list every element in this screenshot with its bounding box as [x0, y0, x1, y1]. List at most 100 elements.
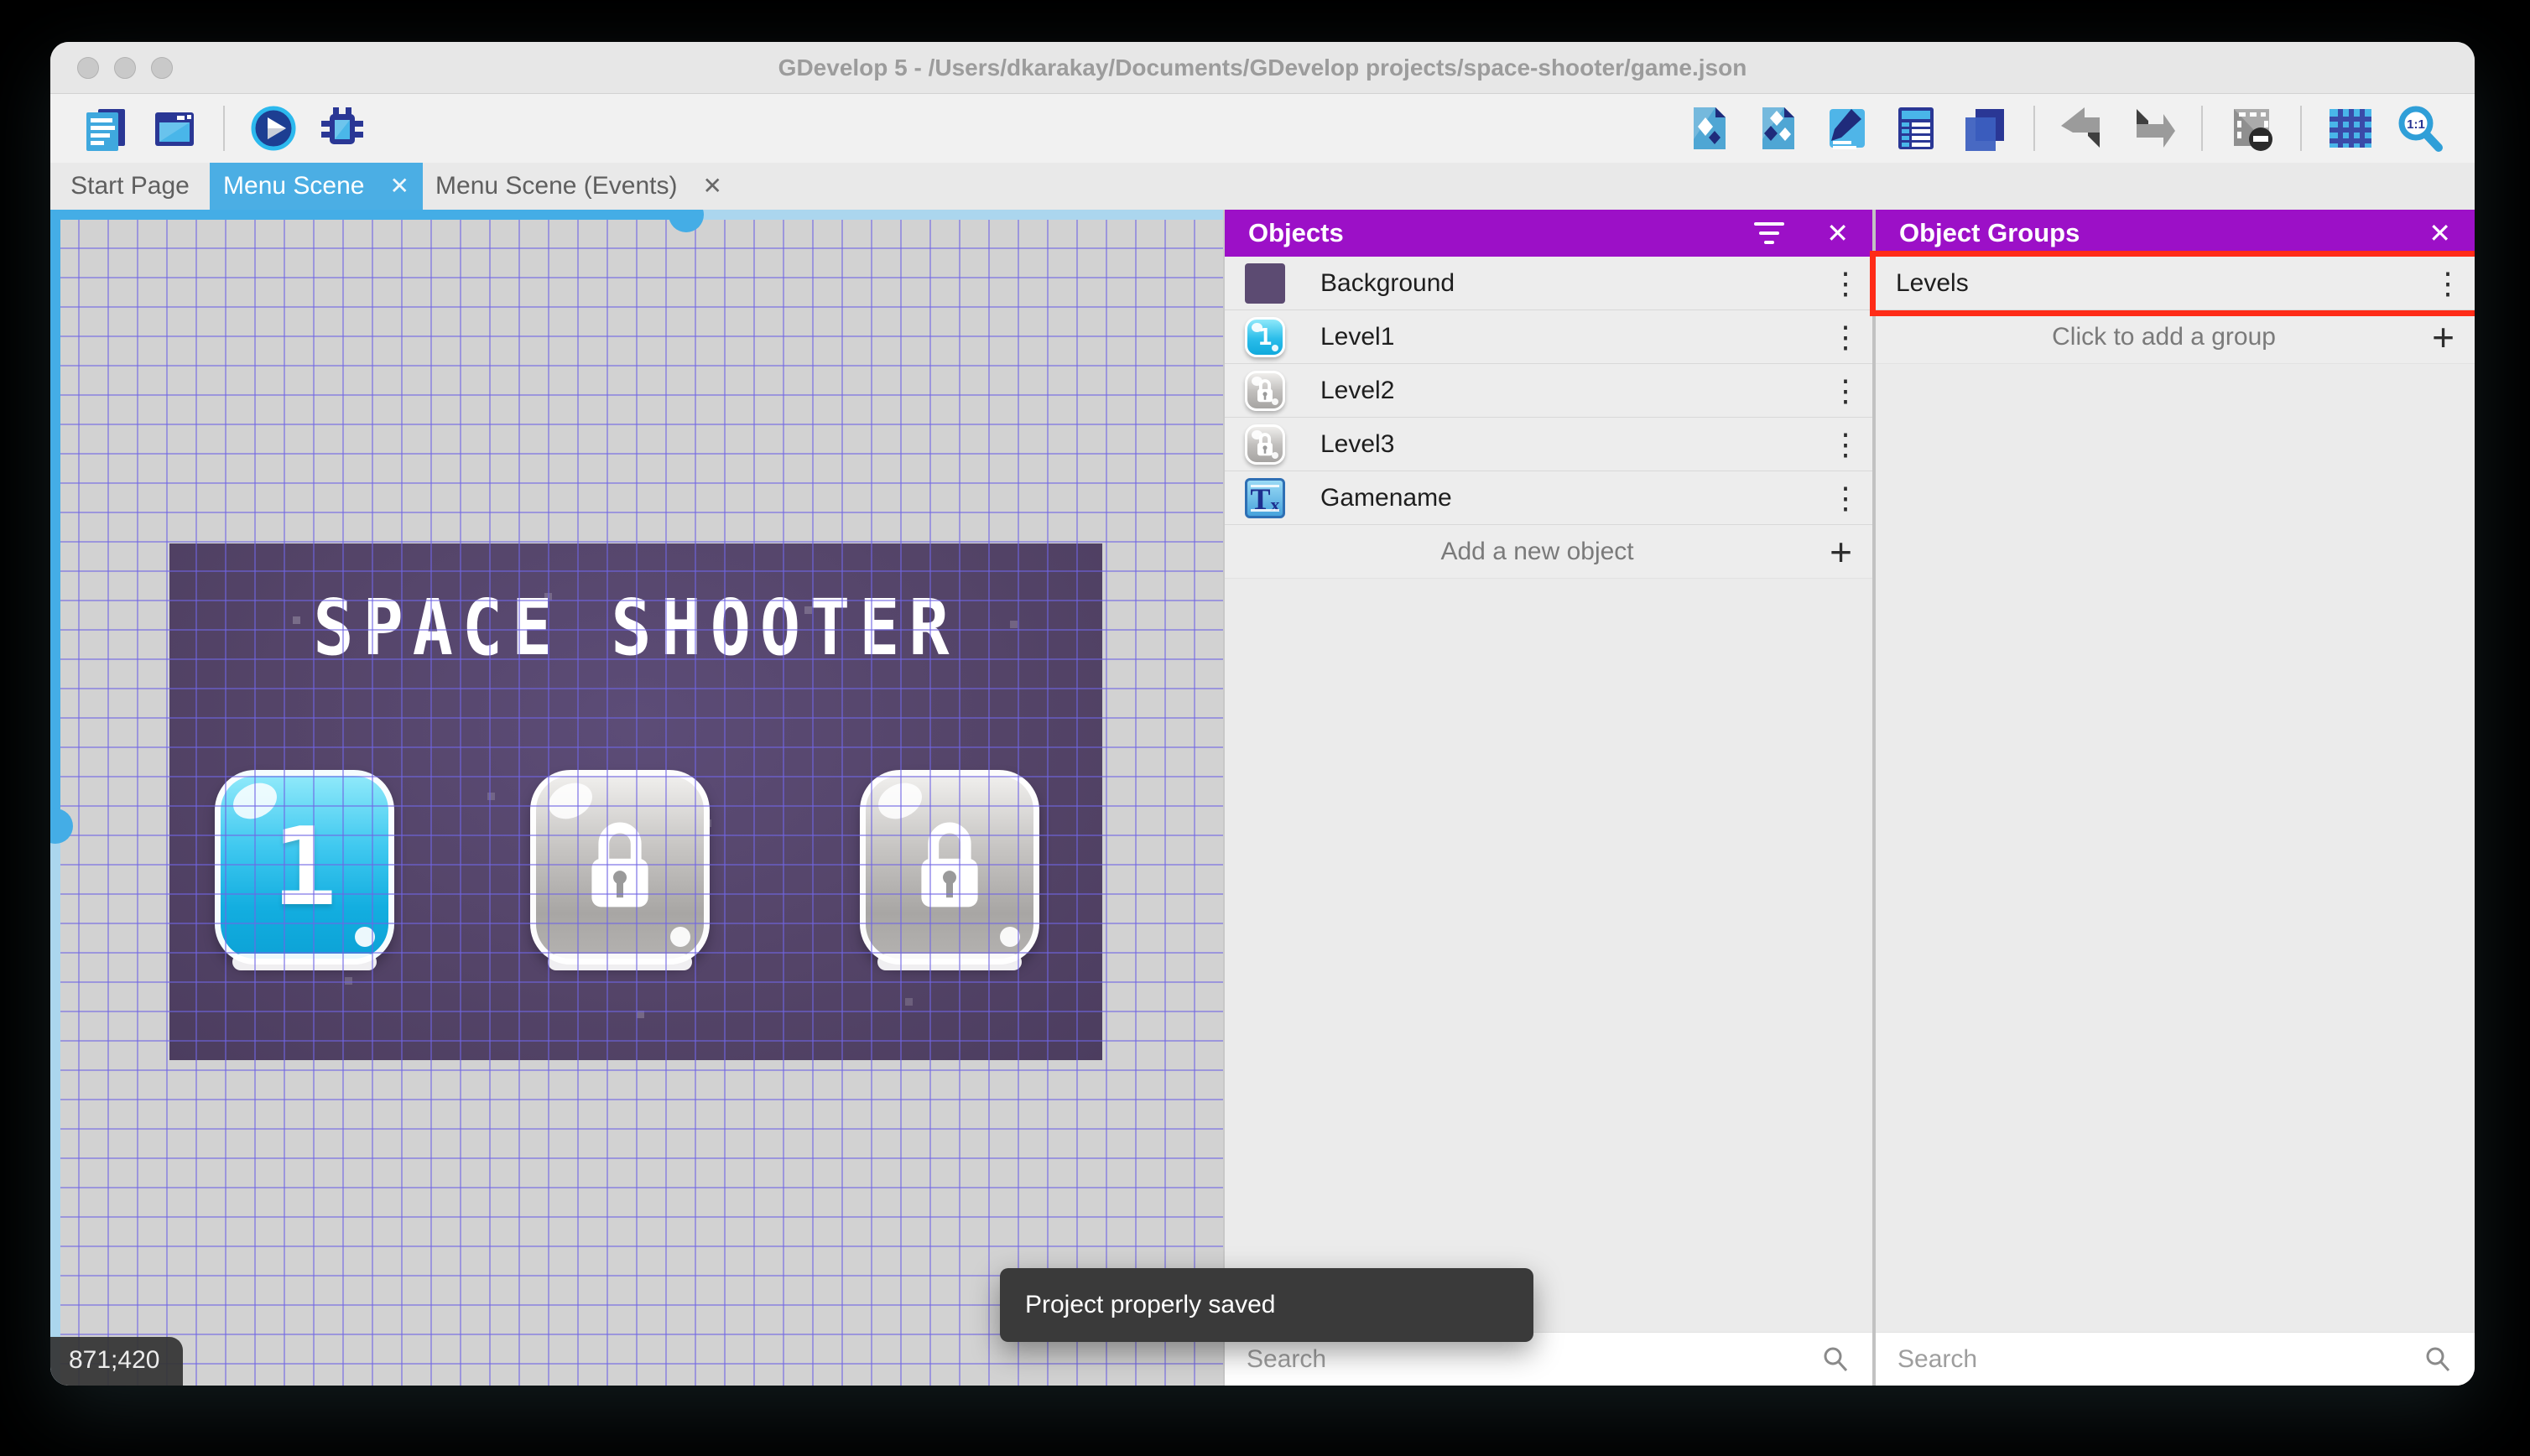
redo-icon — [2137, 109, 2175, 148]
close-panel-icon[interactable]: ✕ — [1826, 220, 1849, 247]
play-button[interactable] — [247, 101, 300, 156]
group-row-levels[interactable]: Levels ⋮ — [1870, 251, 2475, 316]
level2-button-instance[interactable] — [530, 770, 710, 970]
zoom-window-button[interactable] — [151, 56, 173, 79]
close-tab-icon[interactable]: ✕ — [389, 174, 409, 198]
open-layers-editor-button[interactable] — [1958, 101, 2012, 156]
level3-button-instance[interactable] — [860, 770, 1039, 970]
level1-object-icon: 1 — [1245, 316, 1285, 357]
object-menu-button[interactable]: ⋮ — [1830, 481, 1861, 516]
screenshot-stage: GDevelop 5 - /Users/dkarakay/Documents/G… — [0, 0, 2530, 1456]
scene-editor-canvas[interactable]: SPACE SHOOTER 1 871;420 — [50, 210, 1223, 1386]
object-row-level3[interactable]: Level3 ⋮ — [1225, 418, 1872, 471]
cursor-coordinates: 871;420 — [50, 1337, 184, 1386]
close-window-button[interactable] — [77, 56, 99, 79]
search-icon — [2426, 1347, 2450, 1371]
titlebar: GDevelop 5 - /Users/dkarakay/Documents/G… — [50, 42, 2475, 94]
vertical-scrollbar-thumb[interactable] — [50, 210, 73, 844]
lock-icon — [921, 822, 978, 907]
scene-stars — [169, 543, 172, 546]
filter-icon[interactable] — [1754, 222, 1785, 244]
toggle-grid-button[interactable] — [2324, 101, 2377, 156]
window-mask-icon — [2234, 109, 2272, 151]
toolbar: 1:1 — [50, 94, 2475, 163]
objects-panel-header: Objects ✕ — [1225, 210, 1872, 257]
debug-bug-icon — [321, 107, 363, 144]
toast-message: Project properly saved — [1025, 1291, 1276, 1318]
tab-menu-scene[interactable]: Menu Scene ✕ — [210, 163, 423, 210]
close-panel-icon[interactable]: ✕ — [2428, 220, 2451, 247]
groups-search-input[interactable] — [1898, 1344, 2423, 1374]
scene-properties-button[interactable] — [148, 101, 201, 156]
toolbar-separator — [2300, 106, 2302, 151]
tab-label: Menu Scene (Events) — [435, 172, 678, 200]
object-menu-button[interactable]: ⋮ — [1830, 266, 1861, 301]
tab-label: Menu Scene — [223, 172, 365, 200]
background-object-icon — [1245, 263, 1285, 304]
level1-button-instance[interactable]: 1 — [215, 770, 394, 970]
level1-number: 1 — [272, 804, 337, 930]
open-instances-list-button[interactable] — [1889, 101, 1943, 156]
objects-editor-icon — [1694, 107, 1726, 149]
plus-icon[interactable]: + — [2432, 318, 2455, 356]
object-menu-button[interactable]: ⋮ — [1830, 427, 1861, 462]
object-groups-editor-icon — [1762, 107, 1794, 149]
add-new-object-row[interactable]: Add a new object + — [1225, 525, 1872, 579]
button-base — [232, 954, 377, 970]
project-manager-button[interactable] — [79, 101, 133, 156]
horizontal-scrollbar-handle[interactable] — [669, 210, 704, 232]
objects-search-input[interactable] — [1247, 1344, 1820, 1374]
level2-object-icon — [1245, 370, 1285, 411]
gdevelop-window: GDevelop 5 - /Users/dkarakay/Documents/G… — [50, 42, 2475, 1386]
scene-game-title[interactable]: SPACE SHOOTER — [169, 583, 1102, 673]
horizontal-scrollbar[interactable] — [50, 210, 1223, 232]
zoom-1-1-button[interactable]: 1:1 — [2392, 101, 2446, 156]
object-row-gamename[interactable]: Tx Gamename ⋮ — [1225, 471, 1872, 525]
add-object-label: Add a new object — [1440, 537, 1634, 565]
object-name: Level2 — [1320, 376, 1395, 404]
group-menu-button[interactable]: ⋮ — [2433, 266, 2463, 301]
minimize-window-button[interactable] — [114, 56, 136, 79]
object-name: Gamename — [1320, 483, 1452, 512]
open-objects-editor-button[interactable] — [1683, 101, 1736, 156]
layers-icon — [1965, 109, 2004, 151]
object-menu-button[interactable]: ⋮ — [1830, 373, 1861, 408]
group-name: Levels — [1896, 268, 1969, 297]
debug-button[interactable] — [315, 101, 369, 156]
toolbar-separator — [223, 106, 225, 151]
tab-menu-scene-events[interactable]: Menu Scene (Events) ✕ — [423, 163, 735, 210]
object-row-level1[interactable]: 1 Level1 ⋮ — [1225, 310, 1872, 364]
lock-icon — [591, 822, 648, 907]
tab-start-page[interactable]: Start Page — [50, 163, 210, 210]
svg-text:1:1: 1:1 — [2407, 117, 2425, 132]
object-row-background[interactable]: Background ⋮ — [1225, 257, 1872, 310]
content-area: SPACE SHOOTER 1 871;420 Objects ✕ Backgr… — [50, 210, 2475, 1386]
plus-icon[interactable]: + — [1830, 533, 1852, 571]
scene-window-icon — [155, 112, 194, 146]
object-name: Level1 — [1320, 322, 1395, 351]
horizontal-scrollbar-thumb[interactable] — [50, 210, 704, 232]
object-menu-button[interactable]: ⋮ — [1830, 320, 1861, 355]
object-name: Level3 — [1320, 429, 1395, 458]
toggle-mask-button[interactable] — [2225, 101, 2278, 156]
undo-button[interactable] — [2057, 101, 2111, 156]
scene-background-instance[interactable]: SPACE SHOOTER 1 — [169, 543, 1102, 1060]
button-base — [548, 954, 692, 970]
redo-button[interactable] — [2126, 101, 2179, 156]
open-properties-button[interactable] — [1820, 101, 1874, 156]
play-icon — [251, 106, 296, 151]
text-object-icon: Tx — [1245, 477, 1285, 518]
objects-panel-empty-space — [1225, 579, 1872, 1332]
vertical-scrollbar-handle[interactable] — [50, 809, 73, 844]
close-tab-icon[interactable]: ✕ — [703, 174, 722, 198]
undo-icon — [2061, 107, 2100, 148]
object-groups-panel-title: Object Groups — [1899, 218, 2080, 247]
objects-panel: Objects ✕ Background ⋮ 1 Level1 ⋮ Level2… — [1223, 210, 1872, 1386]
tab-label: Start Page — [70, 172, 190, 200]
object-row-level2[interactable]: Level2 ⋮ — [1225, 364, 1872, 418]
properties-pencil-icon — [1830, 109, 1865, 149]
button-base — [877, 954, 1022, 970]
vertical-scrollbar[interactable] — [50, 210, 73, 1386]
open-object-groups-editor-button[interactable] — [1752, 101, 1805, 156]
add-group-row[interactable]: Click to add a group + — [1876, 310, 2475, 364]
